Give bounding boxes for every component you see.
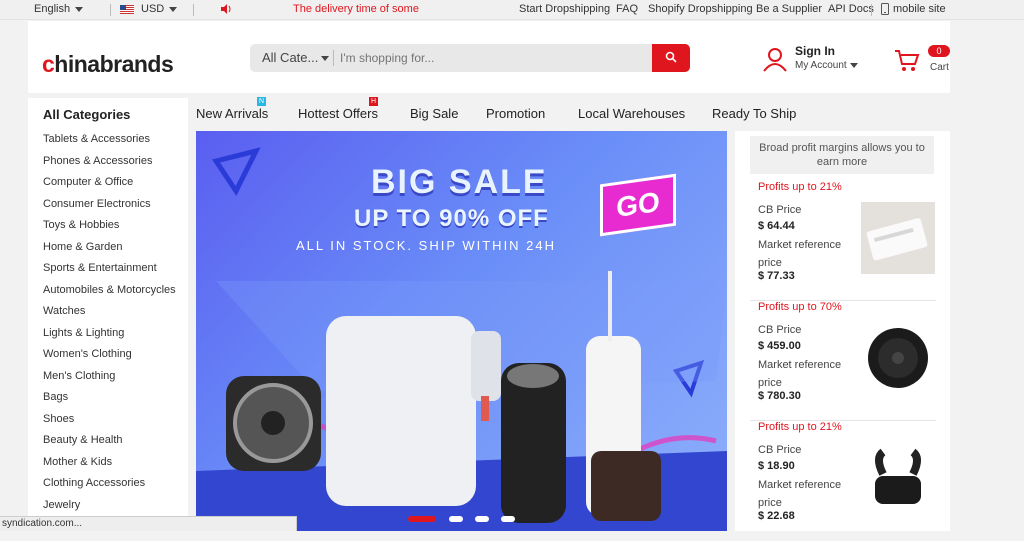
category-item[interactable]: Tablets & Accessories <box>43 132 176 154</box>
profit-text: Profits up to 21% <box>758 181 842 193</box>
cart-icon <box>895 50 920 71</box>
category-item[interactable]: Consumer Electronics <box>43 197 176 219</box>
link-mobile-site[interactable]: mobile site <box>881 3 946 16</box>
market-price-label: Market reference price <box>758 479 842 509</box>
chevron-down-icon <box>321 56 330 62</box>
search-button[interactable] <box>652 44 690 72</box>
promo-banner[interactable]: BIG SALE UP TO 90% OFF ALL IN STOCK. SHI… <box>196 131 727 531</box>
carousel-dot-active[interactable] <box>408 516 436 522</box>
link-start-dropshipping[interactable]: Start Dropshipping <box>519 3 610 15</box>
divider <box>871 4 872 16</box>
search-icon <box>665 51 677 63</box>
profit-promo: Broad profit margins allows you to earn … <box>750 136 934 174</box>
tab-local-warehouses[interactable]: Local Warehouses <box>578 106 685 121</box>
category-item[interactable]: Bags <box>43 390 176 412</box>
search-input[interactable] <box>338 44 648 72</box>
category-item[interactable]: Women's Clothing <box>43 347 176 369</box>
category-item[interactable]: Phones & Accessories <box>43 154 176 176</box>
top-bar: English USD The delivery time of some co… <box>0 0 1024 20</box>
search-category-select[interactable]: All Cate... <box>262 50 330 65</box>
chevron-down-icon <box>849 62 858 68</box>
market-price: $ 77.33 <box>758 270 795 282</box>
announcement-ticker[interactable]: The delivery time of some cou <box>293 3 421 15</box>
cb-price: $ 18.90 <box>758 460 795 472</box>
link-faq[interactable]: FAQ <box>616 3 638 15</box>
carousel-dot[interactable] <box>475 516 489 522</box>
profit-panel: Broad profit margins allows you to earn … <box>735 131 950 531</box>
currency-selector[interactable]: USD <box>120 3 178 15</box>
category-item[interactable]: Watches <box>43 304 176 326</box>
language-label: English <box>34 3 71 15</box>
market-price-label: Market reference price <box>758 239 842 269</box>
phone-icon <box>881 3 889 16</box>
category-list: Tablets & Accessories Phones & Accessori… <box>43 132 176 519</box>
profit-text: Profits up to 70% <box>758 301 842 313</box>
divider <box>110 4 111 16</box>
profit-text: Profits up to 21% <box>758 421 842 433</box>
cb-price-label: CB Price <box>758 324 802 336</box>
site-logo[interactable]: chinabrands <box>42 51 174 78</box>
hot-badge: H <box>369 97 378 106</box>
cart-count-badge: 0 <box>928 45 950 57</box>
cb-price: $ 64.44 <box>758 220 795 232</box>
link-be-a-supplier[interactable]: Be a Supplier <box>756 3 822 15</box>
header: chinabrands All Cate... Sign In My Accou… <box>28 21 950 93</box>
categories-title: All Categories <box>43 107 131 122</box>
tab-big-sale[interactable]: Big Sale <box>410 106 458 121</box>
tab-new-arrivals[interactable]: New Arrivals N <box>196 97 268 121</box>
chevron-down-icon <box>75 6 84 12</box>
sign-in-link[interactable]: Sign In <box>795 44 835 58</box>
category-item[interactable]: Clothing Accessories <box>43 476 176 498</box>
tab-ready-to-ship[interactable]: Ready To Ship <box>712 106 796 121</box>
tab-hottest-offers[interactable]: Hottest Offers H <box>298 97 378 121</box>
language-selector[interactable]: English <box>34 3 84 15</box>
cb-price-label: CB Price <box>758 444 802 456</box>
category-item[interactable]: Computer & Office <box>43 175 176 197</box>
carousel-dot[interactable] <box>449 516 463 522</box>
category-item[interactable]: Toys & Hobbies <box>43 218 176 240</box>
category-item[interactable]: Lights & Lighting <box>43 326 176 348</box>
cb-price: $ 459.00 <box>758 340 801 352</box>
my-account-menu[interactable]: My Account <box>795 60 858 71</box>
category-item[interactable]: Home & Garden <box>43 240 176 262</box>
chevron-down-icon <box>169 6 178 12</box>
mobile-site-label: mobile site <box>893 3 946 15</box>
category-item[interactable]: Beauty & Health <box>43 433 176 455</box>
product-card[interactable]: Profits up to 21% CB Price $ 64.44 Marke… <box>750 181 936 301</box>
category-sidebar: All Categories Tablets & Accessories Pho… <box>28 98 188 531</box>
product-card[interactable]: Profits up to 21% CB Price $ 18.90 Marke… <box>750 421 936 541</box>
product-image[interactable] <box>861 442 935 514</box>
market-price: $ 22.68 <box>758 510 795 522</box>
category-item[interactable]: Sports & Entertainment <box>43 261 176 283</box>
link-shopify-dropshipping[interactable]: Shopify Dropshipping <box>648 3 753 15</box>
category-item[interactable]: Shoes <box>43 412 176 434</box>
browser-status-bar: syndication.com... <box>0 516 297 531</box>
cart-label: Cart <box>930 62 949 73</box>
product-illustration <box>226 271 661 523</box>
product-card[interactable]: Profits up to 70% CB Price $ 459.00 Mark… <box>750 301 936 421</box>
currency-label: USD <box>141 3 165 15</box>
product-image[interactable] <box>861 322 935 394</box>
category-item[interactable]: Automobiles & Motorcycles <box>43 283 176 305</box>
category-item[interactable]: Mother & Kids <box>43 455 176 477</box>
speaker-icon <box>220 3 232 18</box>
category-item[interactable]: Men's Clothing <box>43 369 176 391</box>
product-image[interactable] <box>861 202 935 274</box>
cb-price-label: CB Price <box>758 204 802 216</box>
new-badge: N <box>257 97 266 106</box>
tab-promotion[interactable]: Promotion <box>486 106 545 121</box>
search-bar: All Cate... <box>250 44 690 72</box>
user-icon <box>763 48 787 72</box>
divider <box>333 50 334 66</box>
us-flag-icon <box>120 4 134 14</box>
market-price: $ 780.30 <box>758 390 801 402</box>
divider <box>193 4 194 16</box>
market-price-label: Market reference price <box>758 359 842 389</box>
carousel-dot[interactable] <box>501 516 515 522</box>
link-api-docs[interactable]: API Docs <box>828 3 874 15</box>
